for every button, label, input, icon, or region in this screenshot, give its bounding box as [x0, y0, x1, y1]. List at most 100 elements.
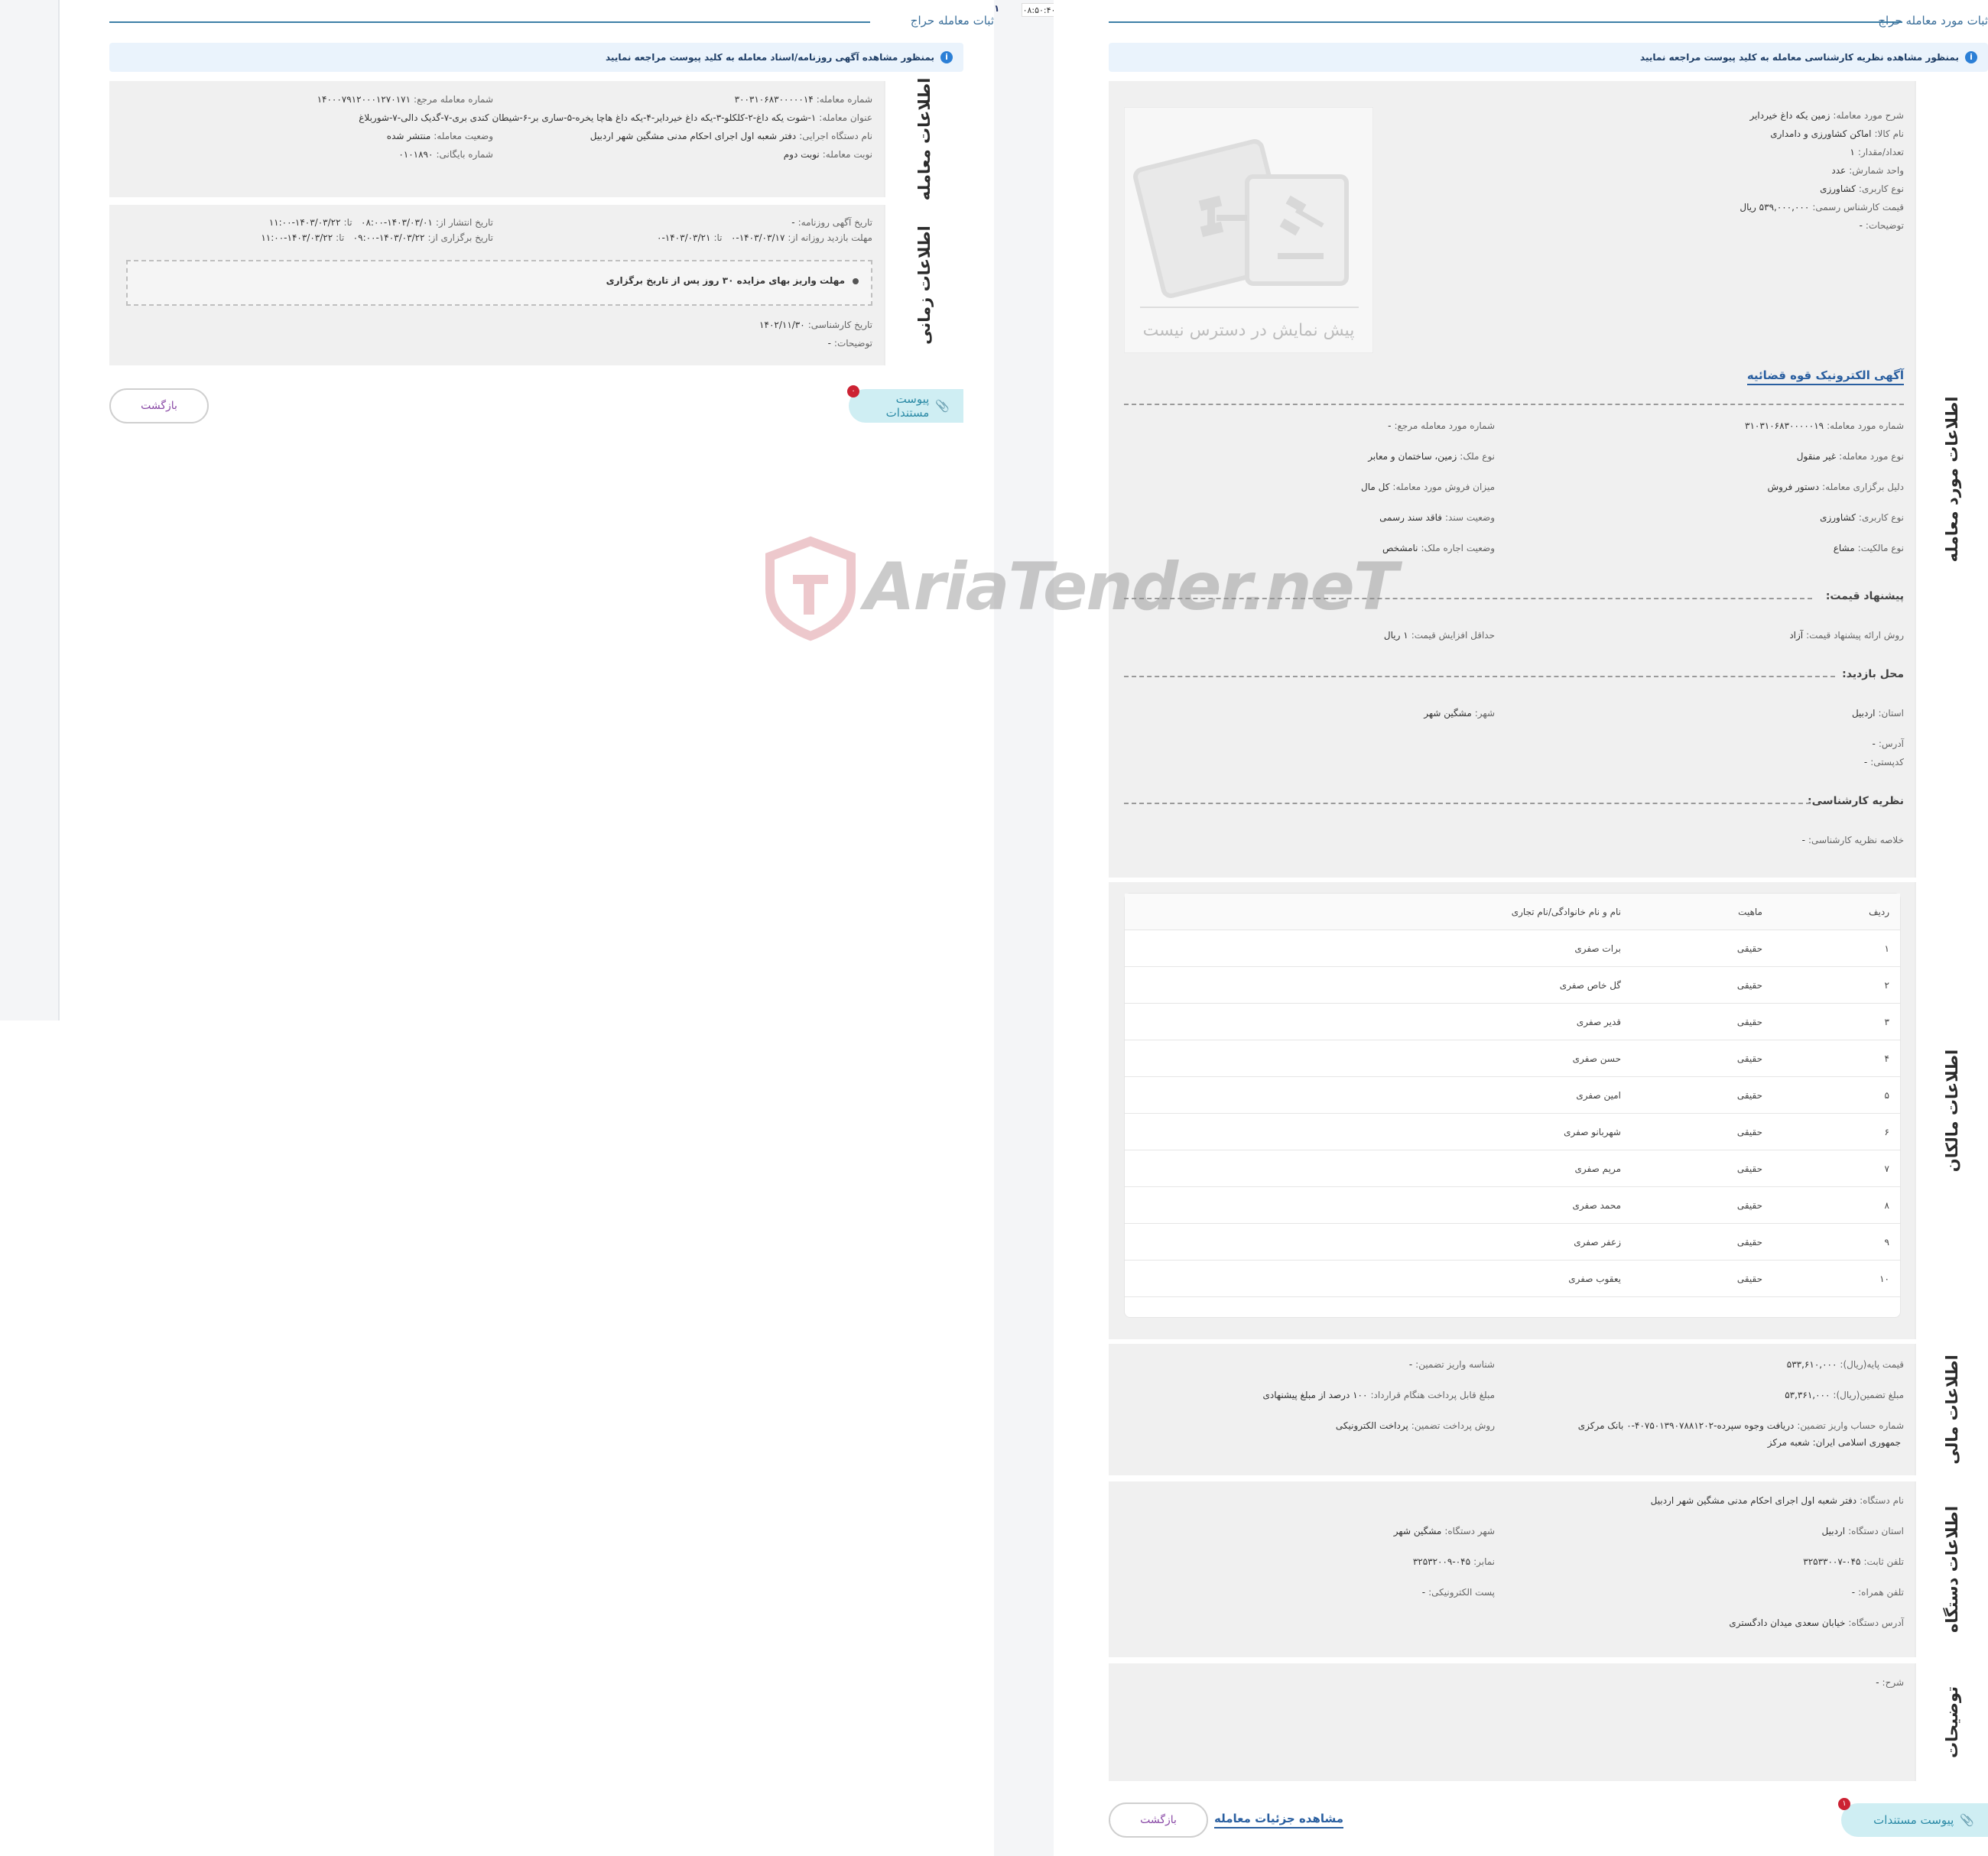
payment-note: مهلت واریز بهای مزایده ۳۰ روز پس از تاری… [606, 275, 859, 286]
lease-status: وضعیت اجاره ملک:نامشخص [1382, 543, 1495, 553]
table-row: ۲ حقیقی گل خاص صفری [1125, 967, 1900, 1004]
visit-heading: محل بازدید: [1842, 668, 1904, 680]
back-button[interactable]: بازگشت [109, 388, 209, 423]
item-desc: شرح مورد معامله:زمین یکه داغ خیردایر [1749, 110, 1904, 121]
title-rule [109, 21, 870, 23]
col-name: نام و نام خانوادگی/نام تجاری [1511, 906, 1621, 917]
description-card: توضیحات شرح:- [1109, 1663, 1988, 1781]
info-bar: i بمنظور مشاهده آگهی روزنامه/اسناد معامل… [109, 43, 963, 72]
table-row: ۶ حقیقی شهربانو صفری [1125, 1114, 1900, 1150]
expert-heading: نظریه کارشناسی: [1808, 795, 1904, 807]
device-province: استان دستگاه:اردبیل [1821, 1526, 1904, 1536]
back-button[interactable]: بازگشت [1109, 1802, 1208, 1838]
deposit-id: شناسه واریز تضمین:- [1408, 1359, 1495, 1370]
hold-range: تاریخ برگزاری از:۱۴۰۳/۰۳/۲۲-۰۹:۰۰ تا:۱۴۰… [261, 232, 493, 243]
property-type: نوع ملک:زمین، ساختمان و معابر [1368, 451, 1495, 462]
table-row: ۵ حقیقی امین صفری [1125, 1077, 1900, 1114]
goods-name: نام کالا:اماکن کشاورزی و دامداری [1770, 128, 1904, 139]
device-city: شهر دستگاه:مشگین شهر [1393, 1526, 1495, 1536]
ownership-type: نوع مالکیت:مشاع [1833, 543, 1904, 553]
deed-status: وضعیت سند:فاقد سند رسمی [1379, 512, 1495, 523]
device-mobile: تلفن همراه:- [1851, 1587, 1904, 1598]
paperclip-icon: 📎 [1960, 1813, 1974, 1827]
visit-city: شهر:مشگین شهر [1424, 708, 1495, 719]
expert-price: قیمت کارشناس رسمی:۵۳۹,۰۰۰,۰۰۰ ریال [1740, 202, 1904, 213]
base-price: قیمت پایه(ریال):۵۳۳,۶۱۰,۰۰۰ [1786, 1359, 1904, 1370]
info-bar: i بمنظور مشاهده نظریه کارشناسی معامله به… [1109, 43, 1988, 72]
deal-info-tab: اطلاعات معامله [884, 78, 963, 200]
attach-documents-button[interactable]: 📎 پیوست مستندات [1841, 1803, 1988, 1837]
table-row: ۷ حقیقی مریم صفری [1125, 1150, 1900, 1187]
deal-title: عنوان معامله:۱-شوت یکه داغ-۲-کلکلو-۳-یکه… [359, 112, 872, 123]
paperclip-icon: 📎 [935, 399, 950, 413]
guarantee-account-bank: جمهوری اسلامی ایران: شعبه مرکز [1767, 1437, 1901, 1448]
guarantee-account: شماره حساب واریز تضمین:دریافت وجوه سپرده… [1577, 1420, 1904, 1431]
time-info-tab: اطلاعات زمانی [884, 205, 963, 365]
preview-placeholder: پیش نمایش در دسترس نیست [1124, 107, 1373, 353]
bullet-icon [853, 277, 859, 284]
deal-number: شماره معامله:۳۰۰۳۱۰۶۸۳۰۰۰۰۰۱۴ [734, 94, 872, 105]
quantity: تعداد/مقدار:۱ [1850, 147, 1904, 157]
deal-status: وضعیت معامله:منتشر شده [386, 131, 493, 141]
use-type: نوع کاربری:کشاورزی [1820, 183, 1904, 194]
attach-count-badge: ۰ [847, 385, 859, 397]
separator [1124, 598, 1812, 599]
device-phone: تلفن ثابت:۰۴۵-۳۲۵۳۳۰۰۷ [1803, 1556, 1904, 1567]
use-type-2: نوع کاربری:کشاورزی [1820, 512, 1904, 523]
info-text: بمنظور مشاهده آگهی روزنامه/اسناد معامله … [606, 52, 934, 63]
owners-tab: اطلاعات مالکان [1915, 882, 1988, 1339]
col-nature: ماهیت [1738, 906, 1762, 917]
offer-heading: پیشنهاد قیمت: [1825, 590, 1904, 602]
visit-province: استان:اردبیل [1851, 708, 1904, 719]
expert-summary: خلاصه نظریه کارشناسی:- [1801, 835, 1904, 845]
time-desc: توضیحات:- [827, 338, 872, 349]
item-info-tab: اطلاعات مورد معامله [1915, 81, 1988, 878]
item-number: شماره مورد معامله:۳۱۰۳۱۰۶۸۳۰۰۰۰۰۱۹ [1745, 420, 1904, 431]
separator [1124, 803, 1811, 804]
finance-card: اطلاعات مالی قیمت پایه(ریال):۵۳۳,۶۱۰,۰۰۰… [1109, 1344, 1988, 1475]
owners-card: اطلاعات مالکان ردیف ماهیت نام و نام خانو… [1109, 882, 1988, 1339]
deal-item-page: ثبات مورد معامله حراج i بمنظور مشاهده نظ… [1054, 0, 1988, 1856]
col-row: ردیف [1869, 906, 1889, 917]
table-row: ۴ حقیقی حسن صفری [1125, 1040, 1900, 1077]
description-text: شرح:- [1876, 1677, 1904, 1688]
item-type: نوع مورد معامله:غیر منقول [1796, 451, 1904, 462]
sale-reason: دلیل برگزاری معامله:دستور فروش [1767, 482, 1904, 492]
device-address: آدرس دستگاه:خیابان سعدی میدان دادگستری [1729, 1618, 1904, 1628]
owners-table: ردیف ماهیت نام و نام خانوادگی/نام تجاری … [1124, 893, 1901, 1318]
page-marker: ۱ [994, 3, 1000, 14]
offer-method: روش ارائه پیشنهاد قیمت:آزاد [1789, 630, 1904, 641]
preview-unavailable-text: پیش نمایش در دسترس نیست [1142, 321, 1355, 340]
device-name: نام دستگاه:دفتر شعبه اول اجرای احکام مدن… [1650, 1495, 1904, 1506]
attach-count-badge: ۱ [1838, 1798, 1850, 1810]
view-deal-details-link[interactable]: مشاهده جزئیات معامله [1214, 1812, 1344, 1828]
item-info-card: اطلاعات مورد معامله شرح مورد معامله:زمین… [1109, 81, 1988, 878]
device-tab: اطلاعات دستگاه [1915, 1481, 1988, 1657]
visit-postal: کدپستی:- [1863, 757, 1904, 767]
left-gutter [0, 0, 60, 1020]
table-row: ۳ حقیقی قدیر صفری [1125, 1004, 1900, 1040]
finance-tab: اطلاعات مالی [1915, 1344, 1988, 1475]
attach-documents-button[interactable]: 📎 پیوست مستندات [849, 389, 963, 423]
separator [1124, 404, 1904, 405]
info-icon: i [1965, 51, 1977, 63]
time-info-card: اطلاعات زمانی تاریخ آگهی روزنامه:- تاریخ… [109, 205, 963, 365]
owners-table-header: ردیف ماهیت نام و نام خانوادگی/نام تجاری [1125, 894, 1900, 930]
device-fax: نمابر:۰۴۵-۳۲۵۳۲۰۰۹ [1412, 1556, 1495, 1567]
page-divider [994, 0, 1054, 1856]
electronic-ad-link[interactable]: آگهی الکترونیک قوه قضائیه [1746, 368, 1904, 385]
page-title: ثبات مورد معامله حراج [1878, 14, 1988, 28]
payment-note-box: مهلت واریز بهای مزایده ۳۰ روز پس از تاری… [126, 260, 872, 306]
sale-amount: میزان فروش مورد معامله:کل مال [1361, 482, 1495, 492]
expert-date: تاریخ کارشناسی:۱۴۰۲/۱۱/۳۰ [759, 320, 872, 330]
ref-number: شماره معامله مرجع:۱۴۰۰۰۷۹۱۲۰۰۰۱۲۷۰۱۷۱ [317, 94, 493, 105]
auction-record-page: ثبات معامله حراج i بمنظور مشاهده آگهی رو… [0, 0, 994, 1856]
contract-payment: مبلغ قابل پرداخت هنگام قرارداد:۱۰۰ درصد … [1262, 1390, 1495, 1400]
clock: ۰۸:۵۰:۴۰ [1022, 3, 1057, 17]
item-notes: توضیحات:- [1859, 220, 1904, 231]
page-title: ثبات معامله حراج [910, 14, 994, 28]
device-card: اطلاعات دستگاه نام دستگاه:دفتر شعبه اول … [1109, 1481, 1988, 1657]
visit-range: مهلت بازدید روزانه از:۱۴۰۳/۰۳/۱۷-۰ تا:۱۴… [656, 232, 872, 243]
table-row: ۹ حقیقی زعفر صفری [1125, 1224, 1900, 1261]
table-row: ۱۰ حقیقی یعقوب صفری [1125, 1261, 1900, 1297]
